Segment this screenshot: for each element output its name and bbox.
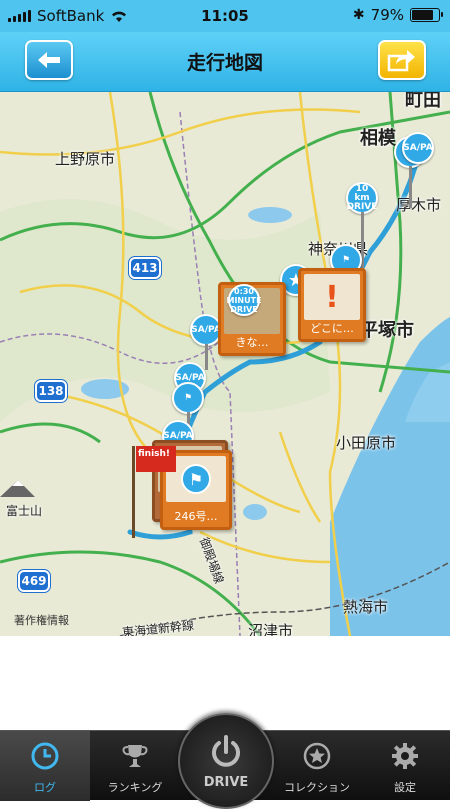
battery-icon xyxy=(410,8,443,22)
route-shield-138: 138 xyxy=(35,380,67,402)
trophy-icon xyxy=(118,739,152,773)
share-icon xyxy=(387,50,415,72)
tab-ranking[interactable]: ランキング xyxy=(90,731,180,801)
battery-percent: 79% xyxy=(370,6,404,24)
gear-icon xyxy=(388,739,422,773)
bluetooth-icon: ✱ xyxy=(352,7,365,23)
share-button[interactable] xyxy=(378,40,426,80)
route-shield-469: 469 xyxy=(18,570,50,592)
signpost-icon: ⚑ xyxy=(181,464,211,494)
tab-bar: ログ ランキング DRIVE コレクション 設定 xyxy=(0,713,450,809)
map-label-sagami: 相模 xyxy=(360,128,396,149)
map-label-fuji: 富士山 xyxy=(6,504,43,518)
route-caption: 246号… xyxy=(174,510,218,523)
memo-caption: どこに… xyxy=(310,322,354,335)
map-label-machida: 町田 xyxy=(405,92,441,111)
tab-collection[interactable]: コレクション xyxy=(272,731,362,801)
ten-km-badge: 10 km DRIVE xyxy=(346,182,378,214)
sapa-label: SA/PA xyxy=(402,132,434,164)
tab-collection-label: コレクション xyxy=(284,781,350,794)
drive-label: DRIVE xyxy=(203,774,249,790)
map-label-uenohara: 上野原市 xyxy=(55,150,116,168)
nav-bar: 走行地図 xyxy=(0,32,450,92)
signpost-icon: ⚑ xyxy=(172,382,204,414)
thirty-min-badge: 0:30 MINUTE DRIVE xyxy=(226,284,262,316)
map-label-atsugi: 厚木市 xyxy=(396,196,442,214)
drive-map[interactable]: 町田 相模 厚木市 上野原市 神奈川県 平塚市 小田原市 富士山 熱海市 沼津市… xyxy=(0,92,450,636)
route-shield-413: 413 xyxy=(129,257,161,279)
memo-board[interactable]: ! どこに… xyxy=(298,268,366,342)
finish-label: finish! xyxy=(136,446,176,472)
map-canvas xyxy=(0,92,450,636)
sapa-marker[interactable]: SA/PA xyxy=(402,132,434,164)
tab-settings[interactable]: 設定 xyxy=(360,731,450,801)
copyright-link[interactable]: 著作権情報 xyxy=(14,612,69,628)
signpost-marker[interactable]: ⚑ xyxy=(172,382,204,452)
drive-button[interactable]: DRIVE xyxy=(178,713,274,809)
map-label-hiratsuka: 平塚市 xyxy=(360,320,414,341)
star-badge-icon xyxy=(300,739,334,773)
photo-caption: きな… xyxy=(235,336,269,349)
thirty-min-marker[interactable]: 0:30 MINUTE DRIVE xyxy=(226,284,262,316)
map-label-odawara: 小田原市 xyxy=(336,434,397,452)
tab-ranking-label: ランキング xyxy=(107,781,163,794)
status-bar: SoftBank 11:05 ✱ 79% xyxy=(0,0,450,32)
power-icon xyxy=(212,734,240,767)
clock-icon xyxy=(28,739,62,773)
ten-km-marker[interactable]: 10 km DRIVE xyxy=(346,182,378,272)
battery-fill xyxy=(412,10,433,20)
tab-settings-label: 設定 xyxy=(394,781,416,794)
tab-log[interactable]: ログ xyxy=(0,731,90,801)
map-label-atami: 熱海市 xyxy=(343,598,389,616)
tab-log-label: ログ xyxy=(34,781,56,794)
map-label-numazu: 沼津市 xyxy=(248,622,294,636)
status-right: ✱ 79% xyxy=(352,6,443,24)
